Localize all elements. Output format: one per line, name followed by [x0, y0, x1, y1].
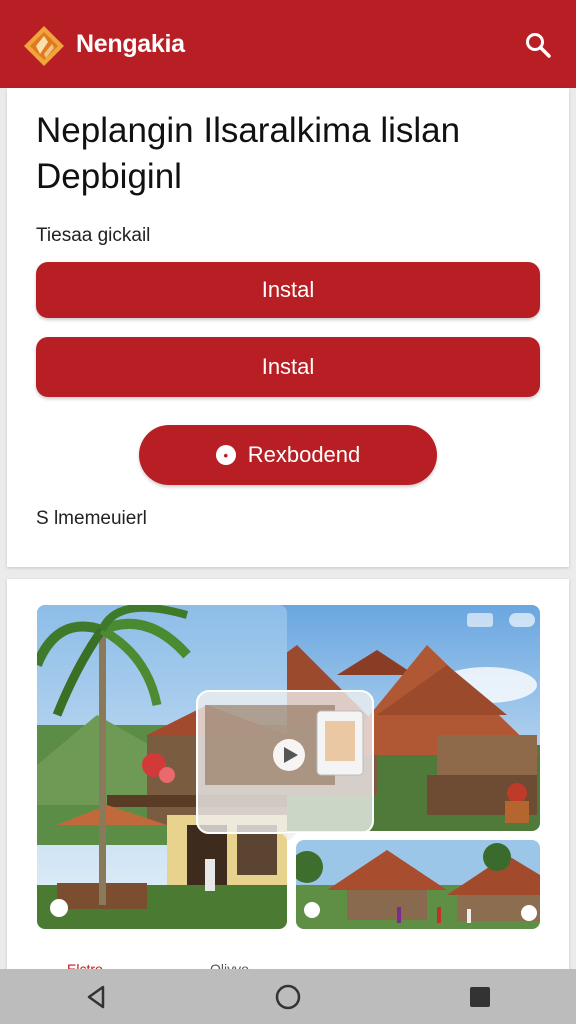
back-triangle-icon — [87, 985, 105, 1008]
search-icon[interactable] — [524, 31, 552, 59]
back-button[interactable] — [76, 977, 116, 1017]
subtitle-text: Tiesaa gickail — [36, 225, 151, 246]
media-gallery[interactable] — [37, 605, 540, 929]
media-card: Elctro Oliyvo — [7, 579, 569, 979]
badge-icon: • — [215, 445, 236, 465]
install-card: Neplangin Ilsaralkima lislan Depbiginl T… — [7, 88, 569, 567]
house-photo — [296, 840, 540, 929]
footnote-text: S lmemeuierl — [36, 508, 147, 529]
install-button-primary[interactable]: Instal — [36, 262, 540, 318]
page-title: Neplangin Ilsaralkima lislan Depbiginl — [36, 111, 461, 196]
home-circle-icon — [275, 984, 301, 1009]
recents-square-icon — [470, 986, 490, 1007]
video-overlay[interactable] — [196, 690, 374, 841]
system-nav-bar — [0, 969, 576, 1024]
recommend-button-label: Rexbodend — [247, 442, 361, 467]
home-button[interactable] — [268, 977, 308, 1017]
install-button-secondary[interactable]: Instal — [36, 337, 540, 397]
recommend-button[interactable]: • Rexbodend — [139, 425, 437, 485]
app-title: Nengakia — [76, 30, 185, 58]
diamond-logo-icon[interactable] — [22, 24, 66, 68]
recents-button[interactable] — [460, 977, 500, 1017]
app-bar: Nengakia — [0, 0, 576, 88]
